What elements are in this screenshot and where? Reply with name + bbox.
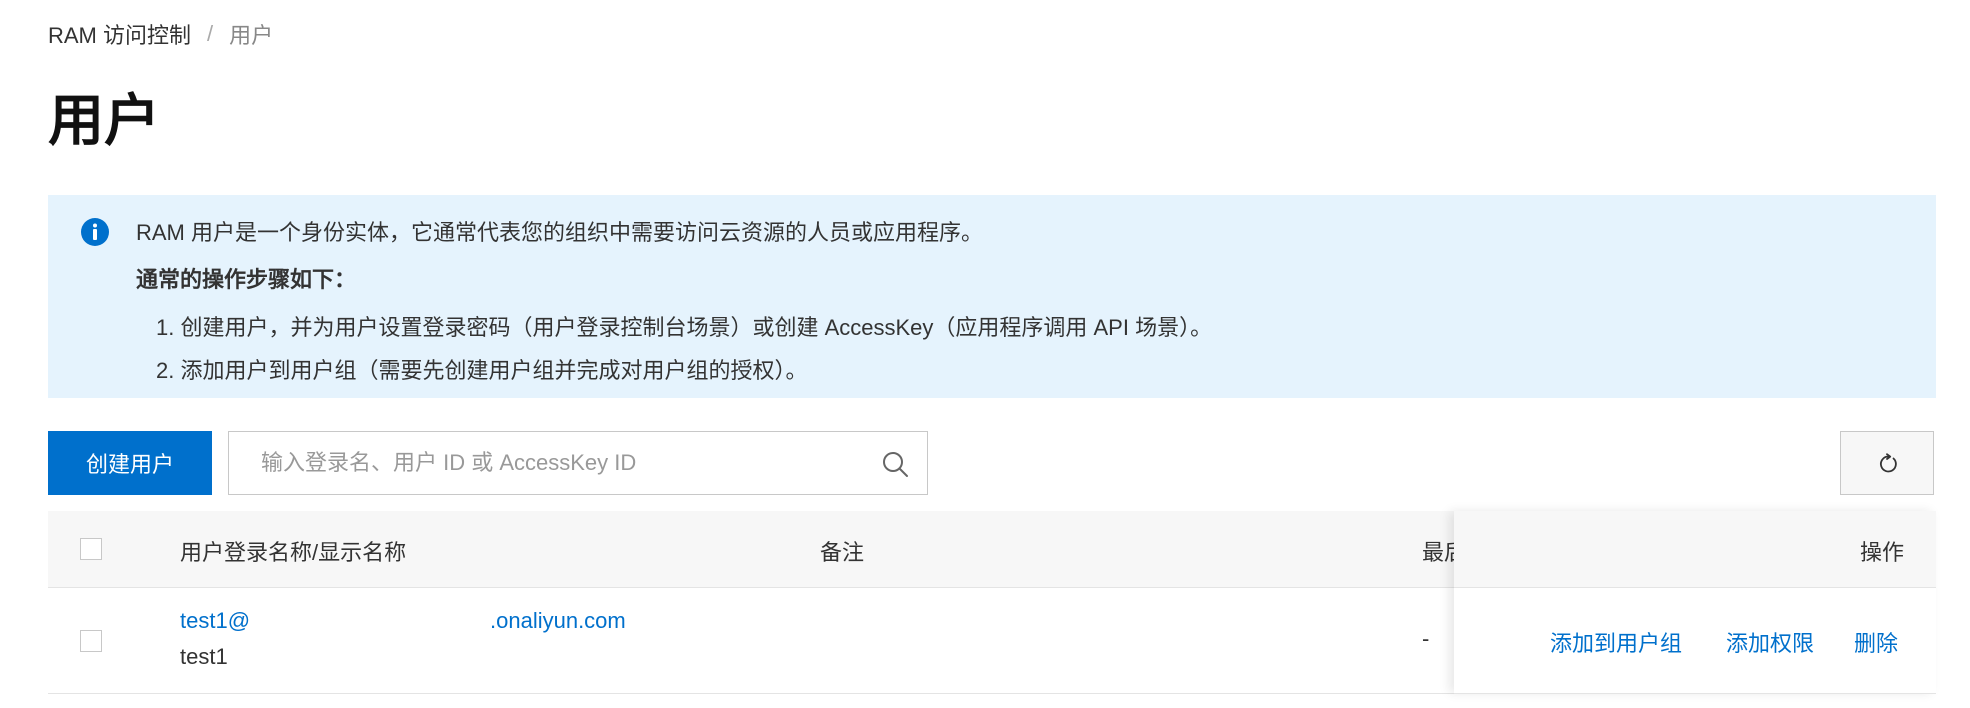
search-box	[228, 431, 928, 495]
info-circle-icon	[81, 218, 109, 246]
breadcrumb-current: 用户	[229, 23, 274, 48]
actions-column-panel: 操作 添加到用户组 添加权限 删除	[1454, 511, 1936, 694]
refresh-icon	[1880, 453, 1897, 473]
search-input[interactable]	[229, 432, 849, 494]
create-user-button[interactable]: 创建用户	[48, 431, 212, 495]
column-header-actions: 操作	[1859, 540, 1904, 565]
actions-row: 添加到用户组 添加权限 删除	[1454, 588, 1936, 694]
page-title: 用户	[48, 89, 160, 152]
info-step-2: 2. 添加用户到用户组（需要先创建用户组并完成对用户组的授权）。	[156, 358, 808, 383]
user-login-name-link[interactable]: test1@	[180, 608, 250, 634]
select-all-checkbox[interactable]	[80, 538, 102, 560]
refresh-button[interactable]	[1840, 431, 1934, 495]
breadcrumb: RAM 访问控制 / 用户	[48, 20, 273, 48]
user-last-login: -	[1422, 626, 1430, 651]
delete-user-link[interactable]: 删除	[1854, 626, 1898, 658]
info-banner: RAM 用户是一个身份实体，它通常代表您的组织中需要访问云资源的人员或应用程序。…	[48, 195, 1936, 398]
actions-column-header: 操作	[1454, 511, 1936, 588]
add-permission-link[interactable]: 添加权限	[1726, 626, 1814, 658]
info-description: RAM 用户是一个身份实体，它通常代表您的组织中需要访问云资源的人员或应用程序。	[136, 220, 984, 245]
info-steps-title: 通常的操作步骤如下：	[136, 267, 357, 292]
user-login-name-domain[interactable]: .onaliyun.com	[490, 608, 626, 634]
user-display-name: test1	[180, 644, 228, 669]
row-checkbox[interactable]	[80, 630, 102, 652]
column-header-name: 用户登录名称/显示名称	[180, 540, 407, 565]
add-to-group-link[interactable]: 添加到用户组	[1550, 626, 1682, 658]
breadcrumb-root[interactable]: RAM 访问控制	[48, 18, 191, 50]
search-icon[interactable]	[881, 450, 909, 478]
breadcrumb-separator: /	[207, 21, 214, 46]
column-header-remark: 备注	[820, 540, 865, 565]
info-step-1: 1. 创建用户，并为用户设置登录密码（用户登录控制台场景）或创建 AccessK…	[156, 315, 1213, 340]
